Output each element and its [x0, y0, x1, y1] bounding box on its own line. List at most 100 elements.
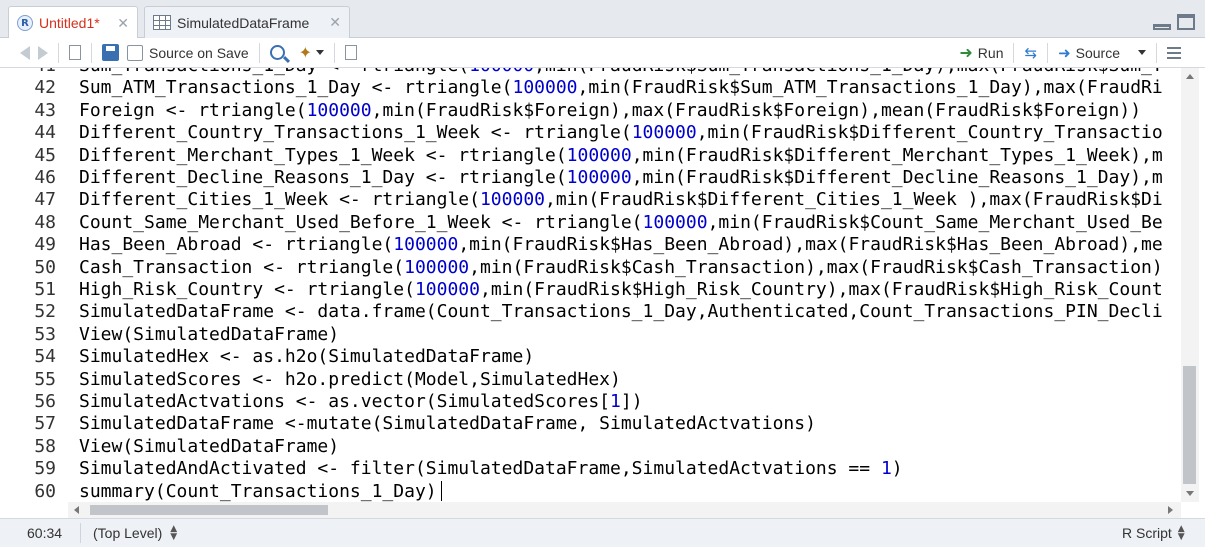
updown-icon: ▲ ▼: [170, 524, 178, 542]
outline-button[interactable]: [1163, 41, 1185, 65]
source-button[interactable]: ➜ Source: [1054, 41, 1124, 65]
line-number: 54: [34, 346, 56, 368]
scroll-left-icon[interactable]: [74, 506, 79, 514]
find-replace-button[interactable]: [266, 41, 289, 65]
close-icon[interactable]: ✕: [329, 14, 341, 31]
line-number: 53: [34, 323, 56, 345]
arrow-right-icon: [38, 45, 48, 60]
toolbar-divider: [334, 42, 336, 63]
toolbar-divider: [258, 42, 260, 63]
back-button[interactable]: [16, 41, 34, 65]
updown-icon: ▲ ▼: [1177, 524, 1185, 542]
cursor-position: 60:34: [27, 525, 63, 541]
code-line[interactable]: Different_Decline_Reasons_1_Day <- rtria…: [79, 167, 1163, 189]
chevron-down-icon: [1138, 50, 1146, 55]
line-number: 46: [34, 167, 56, 188]
code-text-area[interactable]: Sum_Transactions_1_Day <- rtriangle(1000…: [79, 68, 1181, 502]
show-in-window-button[interactable]: [65, 41, 85, 65]
vertical-scroll-thumb[interactable]: [1183, 366, 1196, 484]
scope-selector[interactable]: (Top Level) ▲ ▼: [93, 524, 178, 542]
vertical-scrollbar[interactable]: [1181, 68, 1199, 502]
arrow-left-icon: [20, 45, 30, 60]
source-on-save-checkbox[interactable]: Source on Save: [123, 41, 253, 65]
toolbar-divider: [58, 42, 59, 63]
line-number: 52: [34, 301, 56, 323]
checkbox-icon[interactable]: [127, 44, 143, 61]
tab-simulateddataframe[interactable]: SimulatedDataFrame ✕: [144, 6, 350, 38]
forward-button[interactable]: [34, 41, 52, 65]
file-type-selector[interactable]: R Script ▲ ▼: [1122, 524, 1185, 542]
code-line[interactable]: Sum_ATM_Transactions_1_Day <- rtriangle(…: [79, 77, 1163, 99]
line-number: 44: [34, 122, 56, 144]
notebook-icon: [345, 45, 358, 60]
code-line[interactable]: High_Risk_Country <- rtriangle(100000,mi…: [79, 279, 1163, 301]
line-number-gutter: 41 42 43 44 45 46 47 48 49 50 51 52 53 5…: [0, 68, 68, 502]
run-button[interactable]: ➜ Run: [955, 41, 1007, 65]
tab-untitled1[interactable]: R Untitled1* ✕: [8, 6, 138, 39]
code-line[interactable]: SimulatedDataFrame <- data.frame(Count_T…: [79, 301, 1163, 323]
save-icon: [102, 44, 119, 61]
scope-label: (Top Level): [93, 525, 163, 541]
code-line[interactable]: Different_Country_Transactions_1_Week <-…: [79, 122, 1163, 144]
tab-label: Untitled1*: [39, 15, 100, 31]
search-icon: [269, 45, 285, 60]
line-number: 43: [34, 99, 56, 121]
toolbar-divider: [1047, 42, 1049, 63]
line-number: 51: [34, 279, 56, 300]
code-line[interactable]: Sum_Transactions_1_Day <- rtriangle(1000…: [79, 68, 1163, 77]
toolbar-divider: [1013, 42, 1015, 63]
code-line[interactable]: Count_Same_Merchant_Used_Before_1_Week <…: [79, 212, 1163, 234]
code-line[interactable]: SimulatedScores <- h2o.predict(Model,Sim…: [79, 369, 621, 391]
chevron-down-icon: [316, 50, 325, 55]
code-line[interactable]: Cash_Transaction <- rtriangle(100000,min…: [79, 257, 1163, 279]
status-divider: [80, 523, 81, 543]
code-tools-button[interactable]: ✦: [295, 41, 328, 65]
code-line[interactable]: Different_Merchant_Types_1_Week <- rtria…: [79, 145, 1163, 167]
rerun-button[interactable]: ⇆: [1020, 41, 1041, 65]
source-dropdown[interactable]: [1130, 41, 1150, 65]
run-label: Run: [977, 44, 1004, 61]
code-line[interactable]: Has_Been_Abroad <- rtriangle(100000,min(…: [79, 234, 1163, 256]
code-line[interactable]: SimulatedHex <- as.h2o(SimulatedDataFram…: [79, 346, 534, 368]
line-number: 58: [34, 435, 56, 457]
compile-report-button[interactable]: [341, 41, 361, 65]
window-icon: [69, 45, 81, 60]
source-on-save-label: Source on Save: [149, 44, 249, 61]
status-bar: 60:34 (Top Level) ▲ ▼ R Script ▲ ▼: [0, 518, 1205, 547]
code-line[interactable]: summary(Count_Transactions_1_Day): [79, 481, 437, 502]
toolbar-divider: [91, 42, 92, 63]
line-number: 48: [34, 211, 56, 233]
code-line[interactable]: Foreign <- rtriangle(100000,min(FraudRis…: [79, 100, 1141, 122]
line-number: 45: [34, 144, 56, 166]
minimize-icon[interactable]: [1153, 24, 1171, 30]
line-number: 41: [6, 68, 56, 77]
scroll-up-icon[interactable]: [1186, 74, 1194, 79]
rerun-icon: ⇆: [1024, 43, 1038, 62]
save-button[interactable]: [98, 41, 123, 65]
outline-icon: [1167, 46, 1181, 59]
close-icon[interactable]: ✕: [117, 15, 129, 32]
scroll-right-icon[interactable]: [1168, 506, 1173, 514]
line-number: 49: [34, 234, 56, 256]
text-cursor: [441, 481, 442, 501]
file-type-label: R Script: [1122, 525, 1172, 541]
toolbar-divider: [1156, 42, 1157, 63]
source-label: Source: [1075, 44, 1120, 61]
r-document-icon: R: [17, 15, 33, 31]
line-number: 56: [34, 391, 56, 412]
horizontal-scroll-thumb[interactable]: [90, 505, 328, 515]
horizontal-scrollbar[interactable]: [68, 502, 1181, 518]
code-editor[interactable]: 41 42 43 44 45 46 47 48 49 50 51 52 53 5…: [0, 68, 1181, 502]
tab-label: SimulatedDataFrame: [177, 14, 310, 31]
code-line[interactable]: SimulatedActvations <- as.vector(Simulat…: [79, 391, 643, 413]
code-line[interactable]: SimulatedDataFrame <-mutate(SimulatedDat…: [79, 413, 816, 435]
code-line[interactable]: SimulatedAndActivated <- filter(Simulate…: [79, 458, 903, 480]
scroll-down-icon[interactable]: [1186, 491, 1194, 496]
window-controls: [1153, 14, 1195, 30]
line-number: 60: [34, 480, 56, 502]
maximize-icon[interactable]: [1177, 14, 1195, 30]
code-line[interactable]: Different_Cities_1_Week <- rtriangle(100…: [79, 189, 1163, 211]
line-number: 50: [34, 256, 56, 278]
code-line[interactable]: View(SimulatedDataFrame): [79, 436, 339, 458]
code-line[interactable]: View(SimulatedDataFrame): [79, 324, 339, 346]
